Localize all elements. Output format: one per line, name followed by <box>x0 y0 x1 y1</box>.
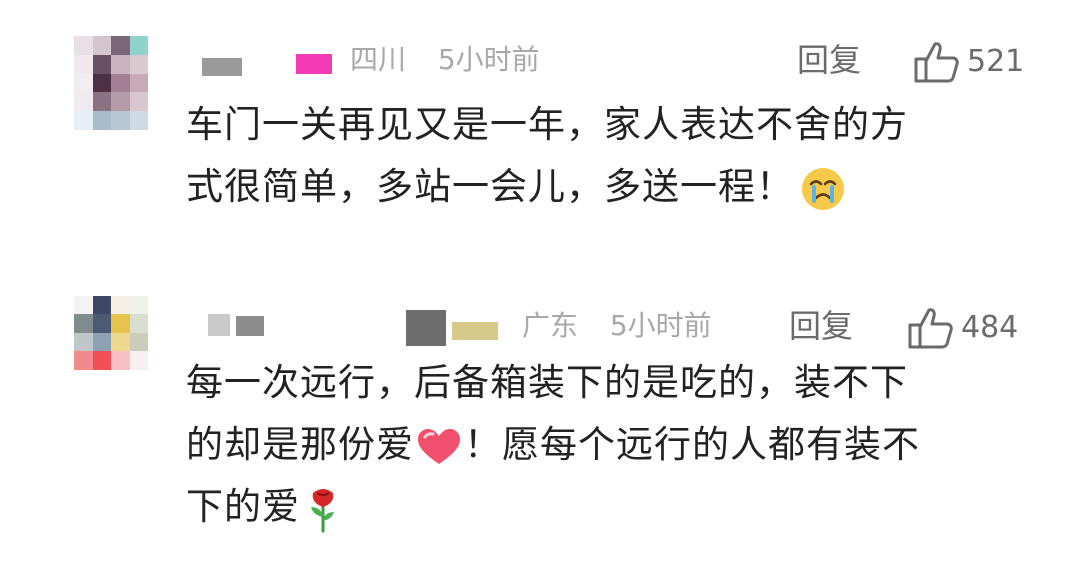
comment-line: 每一次远行，后备箱装下的是吃的，装不下 <box>186 361 908 404</box>
region-time: 广东 5小时前 <box>522 308 712 344</box>
comment-item: 广东 5小时前 回复 484 每一次远行，后备箱装下的是吃的，装不下 的却是那份… <box>0 292 1080 552</box>
heart-icon <box>418 428 460 464</box>
region-label: 四川 <box>350 43 407 76</box>
username-blurred[interactable] <box>200 54 332 76</box>
like-count: 484 <box>961 310 1019 345</box>
crying-face-icon <box>802 167 844 210</box>
like-button[interactable]: 521 <box>913 40 1024 84</box>
comment-line-with-emoji: 的却是那份爱 ！愿每个远行的人都有装不 <box>186 414 1006 476</box>
comment-line-with-emoji: 下的爱 <box>186 476 1006 538</box>
comment-line: 车门一关再见又是一年，家人表达不舍的方 <box>186 103 908 146</box>
timestamp: 5小时前 <box>609 309 712 342</box>
comment-item: 四川 5小时前 回复 521 车门一关再见又是一年，家人表达不舍的方 式很简单，… <box>0 30 1080 230</box>
comment-line-part: 的却是那份爱 <box>186 423 414 466</box>
comment-text: 每一次远行，后备箱装下的是吃的，装不下 的却是那份爱 ！愿每个远行的人都有装不 … <box>186 352 1006 538</box>
reply-button[interactable]: 回复 <box>797 40 861 80</box>
comment-line: 式很简单，多站一会儿，多送一程！ <box>186 165 794 208</box>
rose-icon <box>311 488 334 532</box>
comment-line-part: ！愿每个远行的人都有装不 <box>464 423 920 466</box>
thumbs-up-icon <box>908 308 953 349</box>
avatar[interactable] <box>74 296 148 388</box>
like-count: 521 <box>967 44 1025 79</box>
comment-line: 下的爱 <box>186 485 300 528</box>
timestamp: 5小时前 <box>437 43 540 76</box>
reply-button[interactable]: 回复 <box>789 306 853 346</box>
region-label: 广东 <box>522 309 579 342</box>
comment-line-with-emoji: 式很简单，多站一会儿，多送一程！ <box>186 156 1006 218</box>
username-blurred[interactable] <box>200 310 500 346</box>
region-time: 四川 5小时前 <box>350 42 540 78</box>
thumbs-up-icon <box>914 42 959 83</box>
avatar[interactable] <box>74 36 148 130</box>
like-button[interactable]: 484 <box>907 306 1018 350</box>
comment-text: 车门一关再见又是一年，家人表达不舍的方 式很简单，多站一会儿，多送一程！ <box>186 94 1006 218</box>
